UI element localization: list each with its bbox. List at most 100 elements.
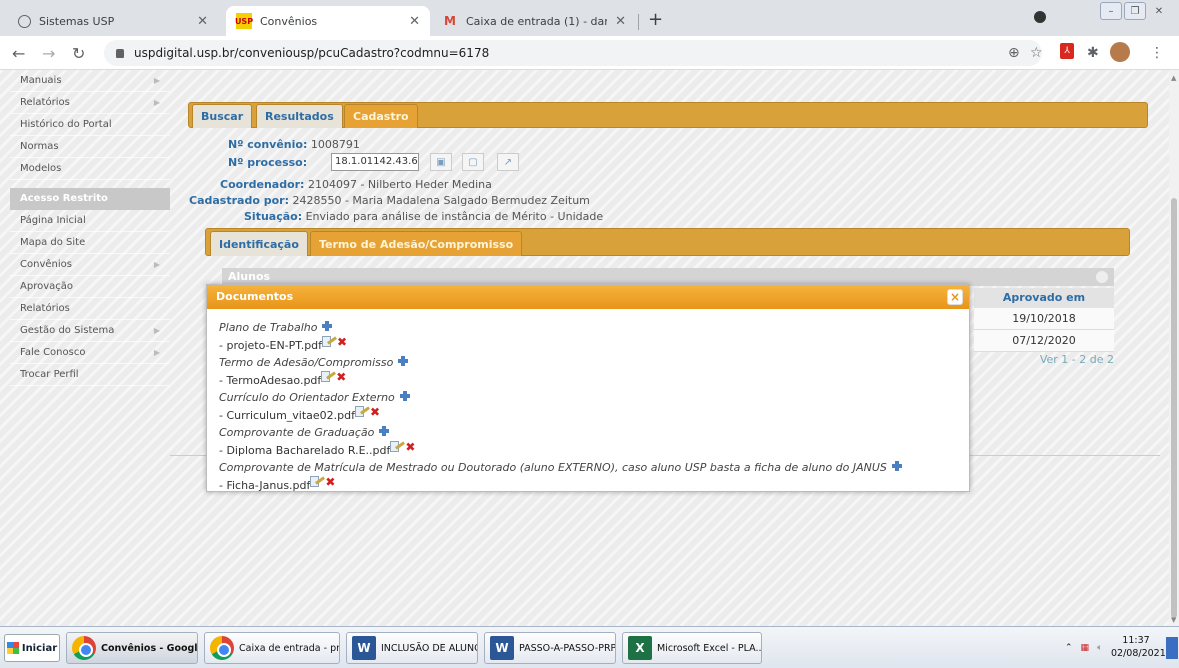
save-button[interactable]: ▣ <box>430 153 452 171</box>
puzzle-icon[interactable]: ✱ <box>1087 45 1099 61</box>
taskbar-item-chrome-convenios[interactable]: Convênios - Googl... <box>66 632 198 664</box>
taskbar-item-word-passo[interactable]: W PASSO-A-PASSO-PRP... <box>484 632 616 664</box>
scroll-up-icon[interactable]: ▲ <box>1171 74 1176 82</box>
document-list: Plano de Trabalho - projeto-EN-PT.pdf ✖ T… <box>207 309 969 494</box>
delete-icon[interactable]: ✖ <box>325 475 335 489</box>
chevron-up-icon[interactable]: ⌃ <box>1065 643 1073 653</box>
browser-tab-convenios[interactable]: USP Convênios ✕ <box>226 6 430 36</box>
scroll-down-icon[interactable]: ▼ <box>1171 616 1176 624</box>
tab-cadastro[interactable]: Cadastro <box>344 104 418 128</box>
doc-category-label: Comprovante de Matrícula de Mestrado ou … <box>219 461 887 475</box>
expand-icon[interactable] <box>1096 271 1108 283</box>
show-desktop-button[interactable] <box>1166 637 1178 659</box>
volume-icon[interactable]: 🔈︎ <box>1097 643 1102 653</box>
reload-icon[interactable]: ↻ <box>72 44 85 63</box>
sidebar-item-modelos[interactable]: Modelos <box>10 158 170 180</box>
sidebar-item-label: Página Inicial <box>20 215 86 226</box>
document-button[interactable]: ▢ <box>462 153 484 171</box>
delete-icon[interactable]: ✖ <box>405 440 415 454</box>
table-row: 19/10/2018 <box>974 308 1114 330</box>
close-icon[interactable]: ✕ <box>615 14 626 29</box>
window-controls: – ❐ ✕ <box>1098 2 1170 20</box>
tab-resultados[interactable]: Resultados <box>256 104 343 128</box>
edit-icon[interactable] <box>321 371 337 383</box>
edit-icon[interactable] <box>390 441 406 453</box>
sidebar-item-trocar-perfil[interactable]: Trocar Perfil <box>10 364 170 386</box>
delete-icon[interactable]: ✖ <box>370 405 380 419</box>
sidebar-item-normas[interactable]: Normas <box>10 136 170 158</box>
browser-tab-strip: Sistemas USP ✕ USP Convênios ✕ M Caixa d… <box>0 0 1179 36</box>
edit-icon[interactable] <box>322 336 337 348</box>
doc-file: - Curriculum_vitae02.pdf ✖ <box>219 405 969 425</box>
scrollbar-thumb[interactable] <box>1171 198 1177 618</box>
doc-file-link[interactable]: - projeto-EN-PT.pdf <box>219 339 322 352</box>
add-icon[interactable] <box>379 425 390 436</box>
sidebar-item-label: Relatórios <box>20 97 70 108</box>
taskbar-item-word-inclusao[interactable]: W INCLUSÃO DE ALUNO... <box>346 632 478 664</box>
minimize-icon[interactable]: – <box>1100 2 1122 20</box>
cadastrado-value: 2428550 - Maria Madalena Salgado Bermude… <box>292 194 590 207</box>
record-icon[interactable] <box>1034 11 1046 23</box>
sidebar-item-convenios[interactable]: Convênios ▶ <box>10 254 170 276</box>
add-icon[interactable] <box>322 320 333 331</box>
sidebar-item-mapa-do-site[interactable]: Mapa do Site <box>10 232 170 254</box>
delete-icon[interactable]: ✖ <box>337 335 347 349</box>
add-icon[interactable] <box>398 355 409 366</box>
doc-file-link[interactable]: - Diploma Bacharelado R.E..pdf <box>219 444 390 457</box>
new-tab-button[interactable]: + <box>648 9 663 30</box>
maximize-icon[interactable]: ❐ <box>1124 2 1146 20</box>
close-window-icon[interactable]: ✕ <box>1148 2 1170 20</box>
close-icon[interactable]: ✕ <box>197 14 208 29</box>
sidebar-item-aprovacao[interactable]: Aprovação <box>10 276 170 298</box>
sidebar-item-label: Normas <box>20 141 59 152</box>
add-icon[interactable] <box>399 390 410 401</box>
zoom-icon[interactable]: ⊕ <box>1008 45 1020 61</box>
doc-file-link[interactable]: - Ficha-Janus.pdf <box>219 479 310 492</box>
sidebar-item-manuais[interactable]: Manuais ▶ <box>10 70 170 92</box>
sidebar-item-label: Modelos <box>20 163 62 174</box>
doc-file-link[interactable]: - TermoAdesao.pdf <box>219 374 321 387</box>
cadastrado-row: Cadastrado por: 2428550 - Maria Madalena… <box>189 194 590 207</box>
forward-arrow-icon[interactable]: → <box>42 44 55 63</box>
edit-icon[interactable] <box>355 406 370 418</box>
sidebar-item-pagina-inicial[interactable]: Página Inicial <box>10 210 170 232</box>
star-icon[interactable]: ☆ <box>1030 45 1043 61</box>
start-button[interactable]: Iniciar <box>4 634 60 662</box>
taskbar-item-chrome-gmail[interactable]: Caixa de entrada - pr... <box>204 632 340 664</box>
taskbar-item-excel[interactable]: X Microsoft Excel - PLA... <box>622 632 762 664</box>
address-bar[interactable]: uspdigital.usp.br/conveniousp/pcuCadastr… <box>104 40 1042 66</box>
doc-file-link[interactable]: - Curriculum_vitae02.pdf <box>219 409 355 422</box>
menu-dots-icon[interactable]: ⋮ <box>1150 45 1164 61</box>
processo-field[interactable]: 18.1.01142.43.6 <box>331 153 419 171</box>
sidebar-section-header: Acesso Restrito <box>10 188 170 210</box>
sidebar-item-relatorios-restrito[interactable]: Relatórios <box>10 298 170 320</box>
pdf-extension-icon[interactable]: ⅄ <box>1060 43 1074 59</box>
page-scrollbar[interactable]: ▲ ▼ <box>1169 70 1179 626</box>
processo-label-row: Nº processo: <box>228 156 307 169</box>
add-icon[interactable] <box>891 460 902 471</box>
close-icon[interactable]: ✕ <box>409 14 420 29</box>
chevron-right-icon: ▶ <box>153 348 160 357</box>
network-icon[interactable]: ▦ <box>1081 643 1090 653</box>
browser-tab-title: Sistemas USP <box>39 14 115 28</box>
sidebar-item-gestao[interactable]: Gestão do Sistema ▶ <box>10 320 170 342</box>
tab-buscar[interactable]: Buscar <box>192 104 253 128</box>
avatar[interactable] <box>1110 42 1130 62</box>
chevron-right-icon: ▶ <box>153 260 160 269</box>
clock[interactable]: 11:37 02/08/2021 <box>1111 634 1166 660</box>
browser-tab-gmail[interactable]: M Caixa de entrada (1) - danr@usp.b ✕ <box>432 6 636 36</box>
doc-category-label: Currículo do Orientador Externo <box>219 391 395 405</box>
edit-icon[interactable] <box>310 476 326 488</box>
dialog-close-button[interactable]: × <box>947 289 963 305</box>
taskbar-item-label: INCLUSÃO DE ALUNO... <box>381 642 477 654</box>
tab-termo-adesao[interactable]: Termo de Adesão/Compromisso <box>310 231 523 256</box>
delete-icon[interactable]: ✖ <box>336 370 346 384</box>
sidebar-item-relatorios[interactable]: Relatórios ▶ <box>10 92 170 114</box>
back-arrow-icon[interactable]: ← <box>12 44 25 63</box>
tab-identificacao[interactable]: Identificação <box>210 231 308 256</box>
sidebar-item-fale-conosco[interactable]: Fale Conosco ▶ <box>10 342 170 364</box>
sidebar-item-historico[interactable]: Histórico do Portal <box>10 114 170 136</box>
browser-tab-sistemas-usp[interactable]: Sistemas USP ✕ <box>8 6 218 36</box>
column-header-aprovado-em[interactable]: Aprovado em <box>974 288 1114 308</box>
external-link-button[interactable]: ↗ <box>497 153 519 171</box>
